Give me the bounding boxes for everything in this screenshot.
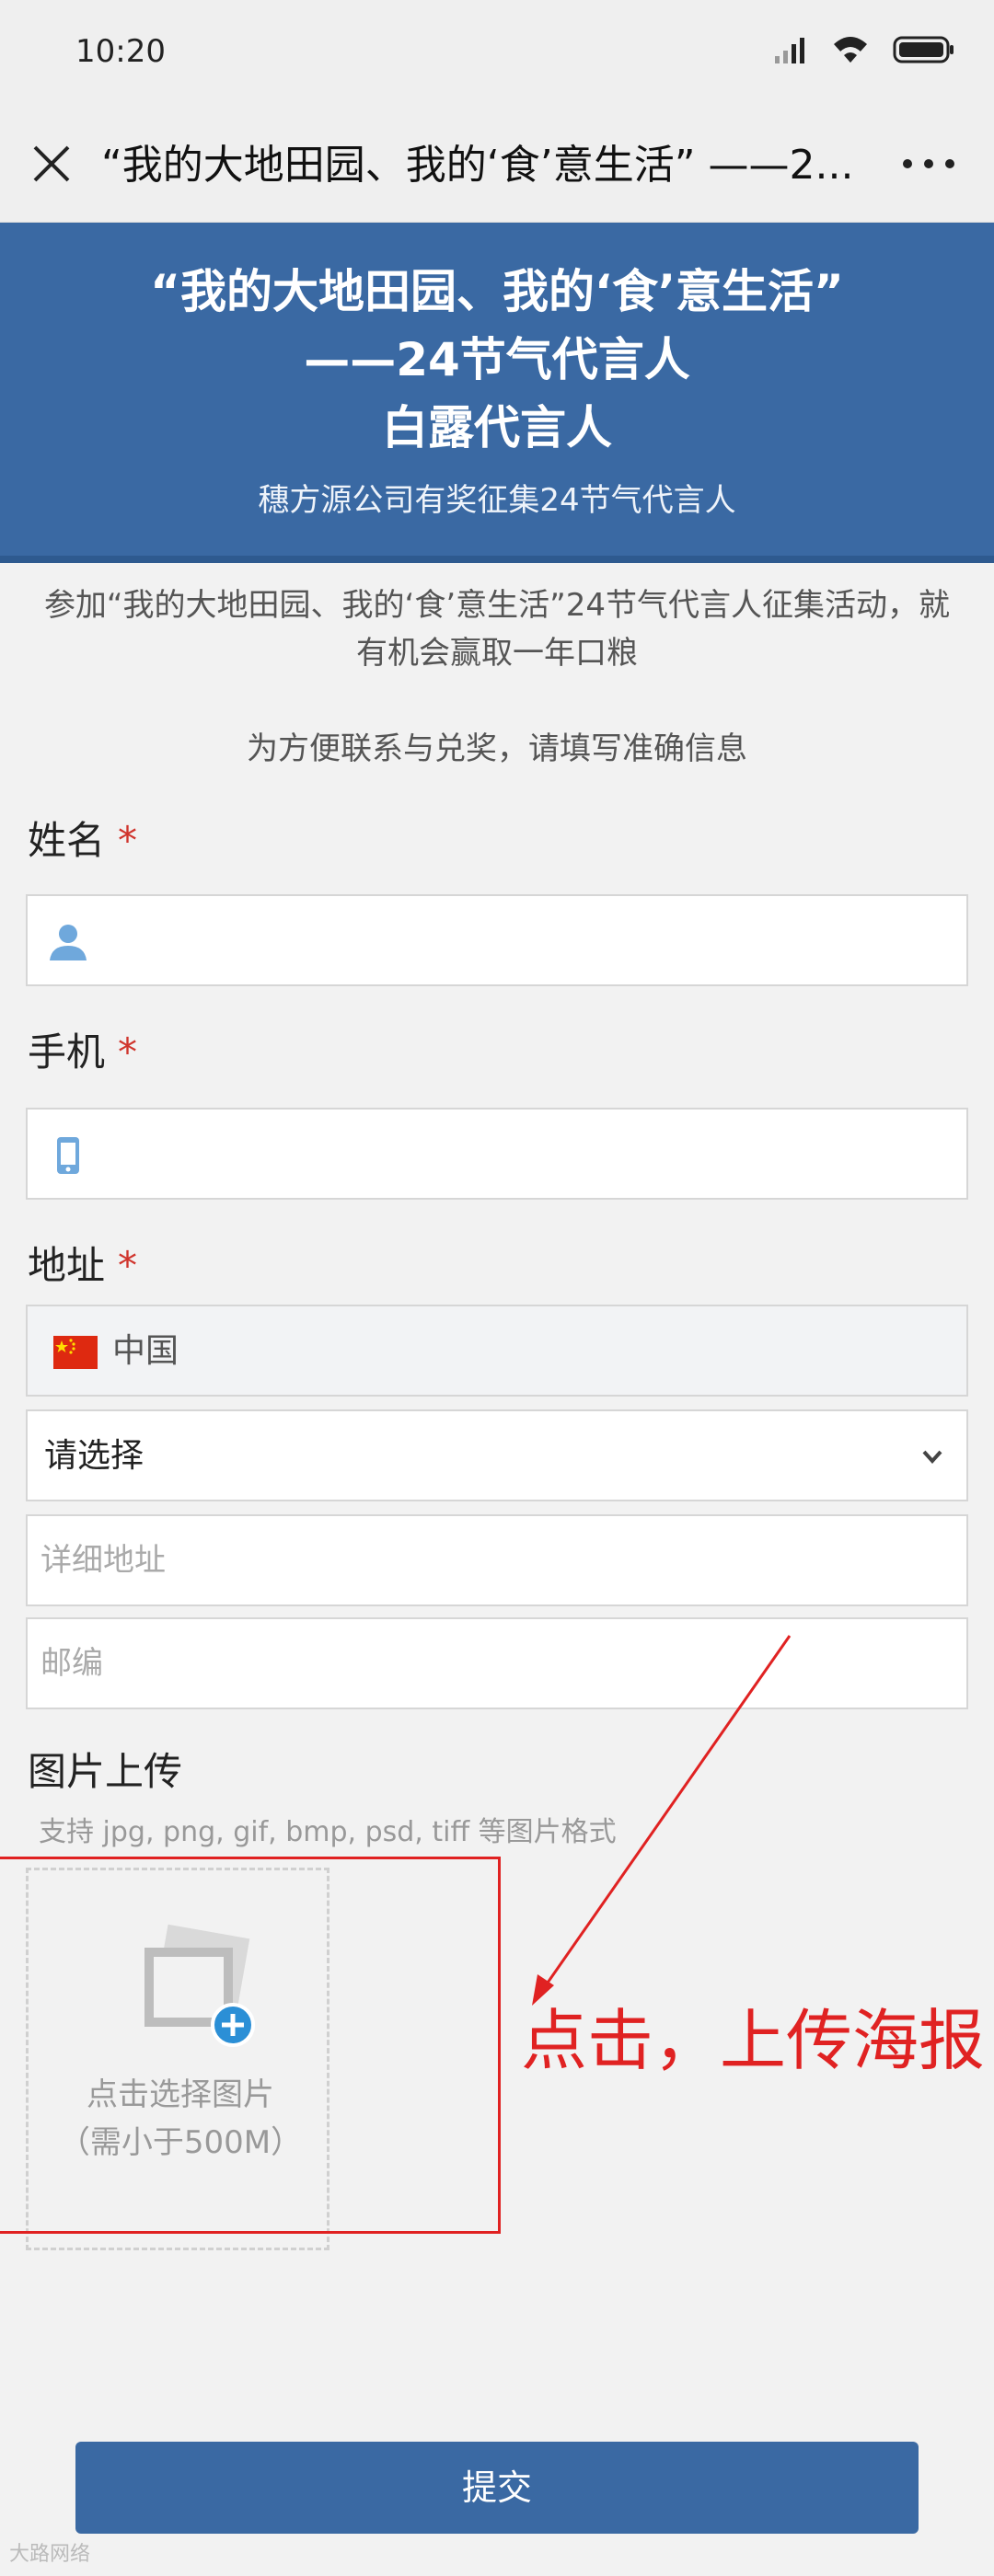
battery-icon (893, 36, 954, 63)
required-mark: * (118, 818, 138, 863)
region-select[interactable]: 请选择 (26, 1409, 968, 1501)
person-icon (50, 925, 87, 960)
status-icons (773, 35, 955, 64)
banner: “我的大地田园、我的‘食’意生活” ——24节气代言人 白露代言人 穗方源公司有… (0, 223, 994, 563)
region-select-value: 请选择 (44, 1437, 144, 1475)
country-name: 中国 (112, 1332, 179, 1370)
phone-icon (57, 1137, 79, 1174)
country-field: 中国 (26, 1305, 968, 1397)
required-mark: * (118, 1243, 138, 1288)
name-label: 姓名 * (28, 815, 137, 867)
chevron-down-icon (922, 1450, 942, 1464)
zipcode-input[interactable] (40, 1619, 954, 1708)
name-label-text: 姓名 (28, 818, 106, 863)
annotation-text: 点击，上传海报 (521, 2002, 986, 2079)
wifi-icon (834, 37, 867, 63)
name-field[interactable] (26, 894, 968, 986)
banner-title-line2: ——24节气代言人 (304, 333, 690, 386)
annotation-highlight-box (0, 1857, 501, 2234)
notice-text: 为方便联系与兑奖，请填写准确信息 (247, 730, 747, 767)
phone-label-text: 手机 (28, 1029, 106, 1075)
close-icon[interactable] (24, 136, 79, 191)
banner-title-line1: “我的大地田园、我的‘食’意生活” (150, 265, 844, 318)
phone-field[interactable] (26, 1108, 968, 1200)
address-label-text: 地址 (28, 1243, 106, 1288)
required-mark: * (118, 1029, 138, 1075)
detail-address-field[interactable] (26, 1514, 968, 1606)
annotation-arrow (532, 1635, 792, 2006)
upload-label: 图片上传 (28, 1749, 183, 1794)
address-label: 地址 * (28, 1240, 137, 1292)
status-time: 10:20 (75, 33, 166, 70)
detail-address-input[interactable] (40, 1516, 954, 1604)
nav-title: “我的大地田园、我的‘食’意生活” ——2... (101, 142, 854, 189)
signal-icon (775, 38, 804, 63)
banner-title-line3: 白露代言人 (382, 401, 612, 454)
phone-label: 手机 * (28, 1027, 137, 1078)
watermark: 大路网络 (9, 2543, 91, 2566)
status-bar: 10:20 (0, 0, 994, 109)
zipcode-field[interactable] (26, 1617, 968, 1709)
banner-subtitle: 穗方源公司有奖征集24节气代言人 (258, 482, 736, 519)
china-flag-icon (53, 1336, 98, 1369)
more-icon[interactable] (896, 145, 961, 182)
submit-button[interactable]: 提交 (75, 2442, 919, 2534)
nav-bar: “我的大地田园、我的‘食’意生活” ——2... (0, 109, 994, 223)
intro-text: 参加“我的大地田园、我的‘食’意生活”24节气代言人征集活动，就有机会赢取一年口… (43, 587, 951, 672)
